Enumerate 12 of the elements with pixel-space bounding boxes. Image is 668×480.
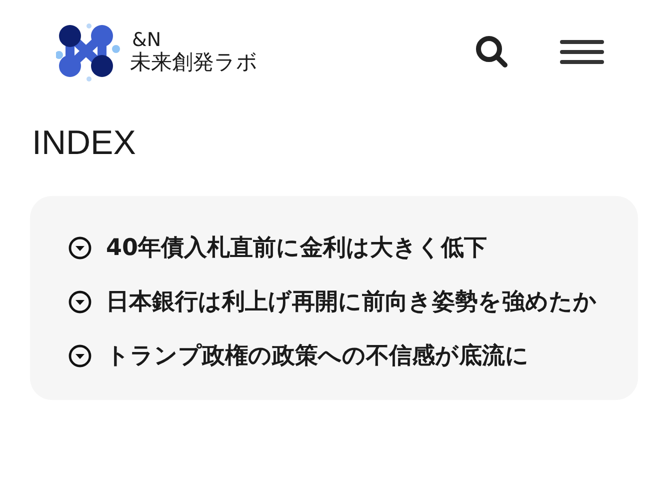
section-title: INDEX [32,124,137,163]
index-link[interactable]: 日本銀行は利上げ再開に前向き姿勢を強めたか [106,282,597,322]
chevron-down-icon [68,290,92,314]
chevron-down-icon [68,344,92,368]
index-link[interactable]: 40年債入札直前に金利は大きく低下 [106,228,488,268]
menu-icon[interactable] [560,39,604,65]
chevron-down-icon [68,236,92,260]
search-icon[interactable] [474,34,510,70]
index-link[interactable]: トランプ政権の政策への不信感が底流に [106,336,529,376]
logo-text: &N [131,30,162,51]
logo-icon [56,22,120,82]
logo-text: 未来創発ラボ [130,50,258,74]
